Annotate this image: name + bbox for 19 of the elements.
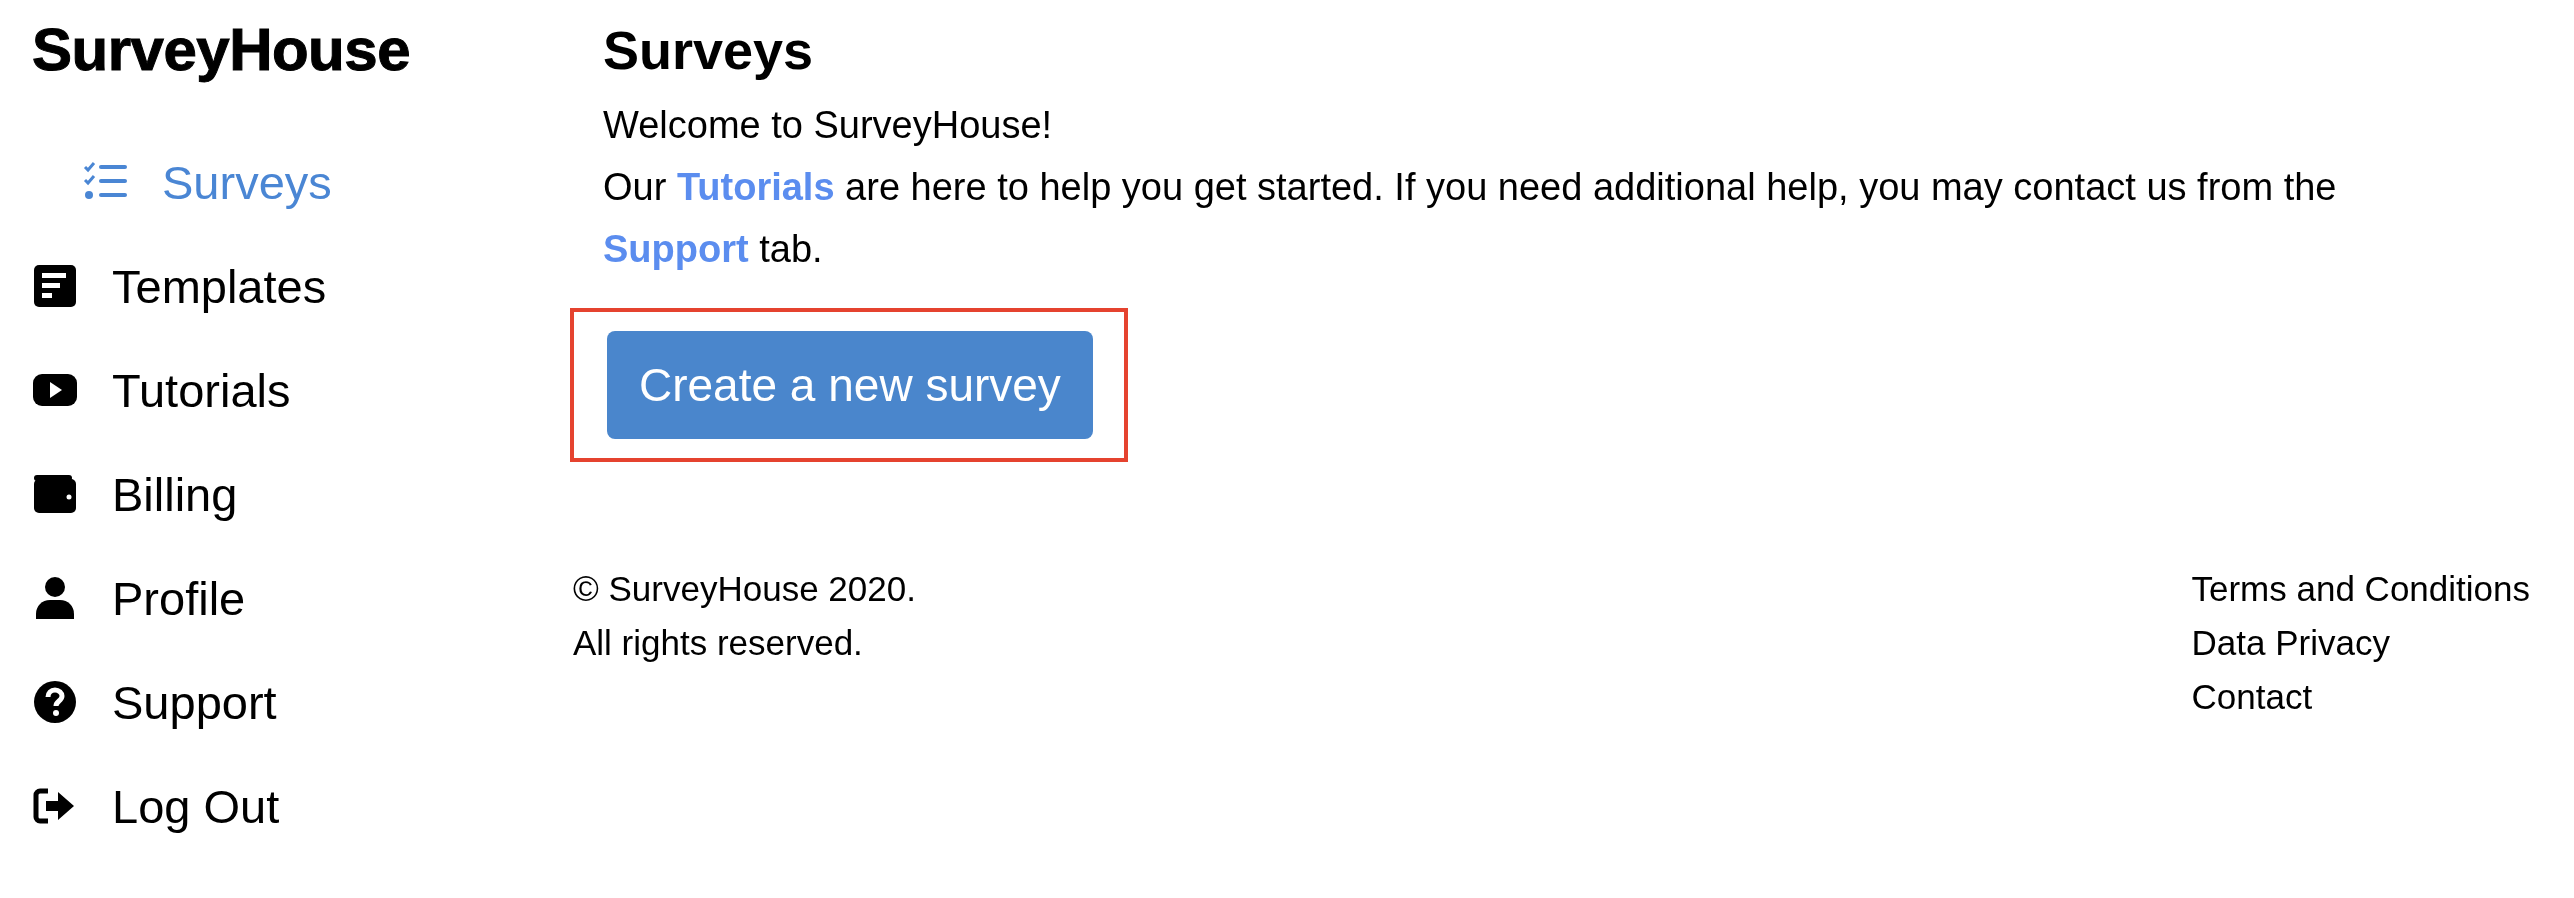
sidebar-item[interactable]: Templates bbox=[32, 234, 570, 338]
logo: SurveyHouse bbox=[32, 18, 411, 82]
sidebar-item[interactable]: Support bbox=[32, 650, 570, 754]
footer-link[interactable]: Terms and Conditions bbox=[2191, 562, 2530, 616]
create-survey-button[interactable]: Create a new survey bbox=[607, 331, 1093, 439]
intro-paragraph: Our Tutorials are here to help you get started. If you need additional help, you may contact us from the Support tab. bbox=[603, 165, 2338, 272]
footer-link[interactable]: Contact bbox=[2191, 670, 2530, 724]
sidebar-item[interactable]: Profile bbox=[32, 546, 570, 650]
document-icon bbox=[32, 263, 78, 309]
sidebar-item[interactable]: Surveys bbox=[32, 130, 570, 234]
page-title: Surveys bbox=[603, 19, 815, 82]
sidebar-item[interactable]: Billing bbox=[32, 442, 570, 546]
sidebar-item[interactable]: Tutorials bbox=[32, 338, 570, 442]
welcome-text: Welcome to SurveyHouse! bbox=[603, 103, 1054, 148]
copyright-text: © SurveyHouse 2020. bbox=[573, 568, 916, 610]
copyright-text: All rights reserved. bbox=[573, 622, 864, 664]
sidebar-item[interactable]: Log Out bbox=[32, 754, 570, 858]
help-icon bbox=[32, 679, 78, 725]
footer-link[interactable]: Data Privacy bbox=[2191, 616, 2530, 670]
